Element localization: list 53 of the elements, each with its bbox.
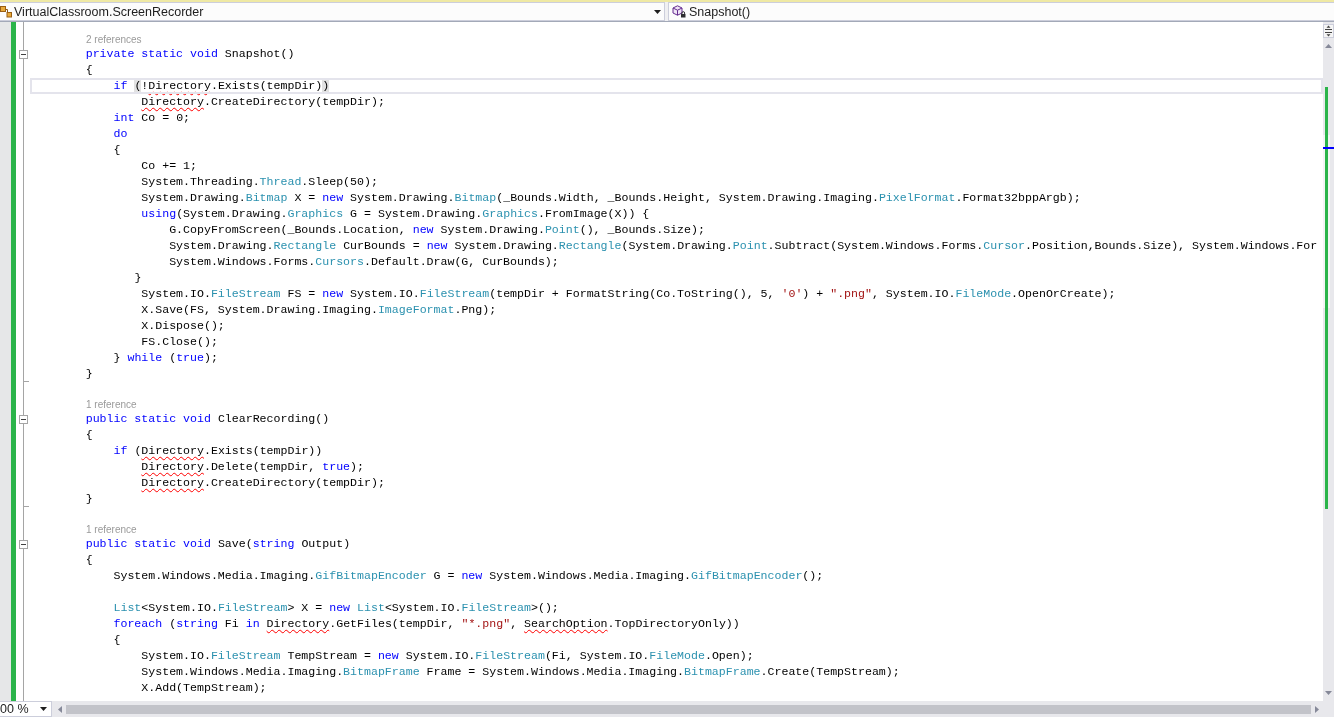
caret-position-marker — [1323, 147, 1334, 149]
type-dropdown[interactable]: VirtualClassroom.ScreenRecorder — [0, 2, 665, 21]
caret-icon — [654, 9, 661, 14]
code-line: Directory.Delete(tempDir, true); — [140, 459, 365, 475]
code-line: System.Windows.Media.Imaging.GifBitmapEncoder G = new System.Windows.Media.Imaging.GifBitmapEncoder(); — [112, 568, 825, 584]
code-line: FS.Close(); — [140, 334, 219, 350]
down-arrow-icon[interactable] — [1325, 691, 1332, 695]
caret-icon — [40, 707, 47, 711]
code-line: List<System.IO.FileStream> X = new List<System.IO.FileStream>(); — [112, 600, 560, 616]
code-line: Directory.CreateDirectory(tempDir); — [140, 94, 386, 110]
code-line: Directory.CreateDirectory(tempDir); — [140, 475, 386, 491]
code-line: X.Add(TempStream); — [140, 680, 268, 696]
code-line: System.IO.FileStream FS = new System.IO.FileStream(tempDir + FormatString(Co.ToString(), 5, '0') + ".png", System.IO.FileMode.OpenOrCreate); — [140, 286, 1117, 302]
right-arrow-icon[interactable] — [1315, 705, 1319, 713]
code-line: private static void Snapshot() — [84, 46, 296, 62]
code-line: { — [84, 552, 94, 568]
code-line: System.Threading.Thread.Sleep(50); — [140, 174, 379, 190]
code-line: } — [84, 491, 94, 507]
code-line: X.Save(FS, System.Drawing.Imaging.ImageFormat.Png); — [140, 302, 498, 318]
code-line: } — [84, 366, 94, 382]
code-line: G.CopyFromScreen(_Bounds.Location, new System.Drawing.Point(), _Bounds.Size); — [168, 222, 706, 238]
code-line: System.IO.FileStream TempStream = new System.IO.FileStream(Fi, System.IO.FileMode.Open); — [140, 648, 755, 664]
left-arrow-icon[interactable] — [58, 705, 62, 713]
collapse-icon[interactable] — [18, 414, 28, 424]
code-line: { — [112, 142, 122, 158]
code-line: { — [84, 427, 94, 443]
code-line: using(System.Drawing.Graphics G = System.Drawing.Graphics.FromImage(X)) { — [140, 206, 651, 222]
zoom-dropdown[interactable]: 00 % — [0, 701, 52, 717]
code-line: do — [112, 126, 129, 142]
code-line: System.Drawing.Rectangle CurBounds = new System.Drawing.Rectangle(System.Drawing.Point.Subtract(System.Windows.Forms.Cursor.Position,Bounds.Size), System.Windows.For — [168, 238, 1319, 254]
code-line: { — [112, 632, 122, 648]
code-line: { — [84, 62, 94, 78]
code-line: System.Windows.Media.Imaging.BitmapFrame Frame = System.Windows.Media.Imaging.BitmapFrame.Create(TempStream); — [140, 664, 901, 680]
linked-boxes-icon — [0, 5, 12, 18]
code-line: public static void Save(string Output) — [84, 536, 352, 552]
code-line: if (!Directory.Exists(tempDir)) — [30, 78, 1323, 94]
collapse-icon[interactable] — [18, 49, 28, 59]
up-arrow-icon[interactable] — [1325, 44, 1332, 48]
scrollbar-thumb[interactable] — [66, 704, 1311, 714]
code-line: foreach (string Fi in Directory.GetFiles(tempDir, "*.png", SearchOption.TopDirectoryOnly)) — [112, 616, 741, 632]
collapse-icon[interactable] — [18, 539, 28, 549]
cube-with-lock-icon — [672, 5, 686, 18]
code-line: System.Windows.Forms.Cursors.Default.Draw(G, CurBounds); — [168, 254, 560, 270]
code-line: System.Drawing.Bitmap X = new System.Drawing.Bitmap(_Bounds.Width, _Bounds.Height, System.Drawing.Imaging.PixelFormat.Format32bppArgb); — [140, 190, 1082, 206]
code-line: if (Directory.Exists(tempDir)) — [112, 443, 324, 459]
code-line: int Co = 0; — [112, 110, 192, 126]
code-line: Co += 1; — [140, 158, 198, 174]
member-dropdown[interactable]: Snapshot() — [668, 2, 1334, 21]
code-line: public static void ClearRecording() — [84, 411, 331, 427]
code-line: X.Dispose(); — [140, 318, 226, 334]
code-line: } while (true); — [112, 350, 219, 366]
splitter-icon[interactable] — [1323, 24, 1334, 38]
code-line: } — [133, 270, 143, 286]
